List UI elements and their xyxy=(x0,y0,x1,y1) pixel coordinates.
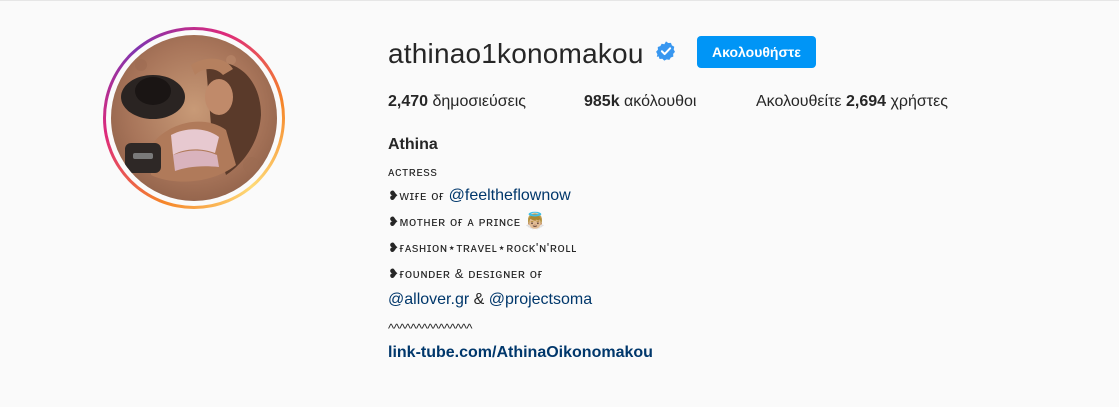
posts-count: 2,470 xyxy=(388,93,429,110)
mention-link[interactable]: @feeltheflownow xyxy=(449,187,571,204)
story-ring[interactable] xyxy=(103,27,285,209)
following-stat[interactable]: Ακολουθείτε 2,694 χρήστες xyxy=(756,91,948,113)
followers-stat[interactable]: 985k ακόλουθοι xyxy=(584,91,696,113)
bio-line-wife: ❥ᴡɪғᴇ ᴏғ @feeltheflownow xyxy=(388,185,571,207)
bio-line-actress: ᴀᴄᴛʀᴇss xyxy=(388,164,438,179)
followers-count: 985k xyxy=(584,93,620,110)
bio-line-mother: ❥ᴍᴏᴛʜᴇʀ ᴏғ ᴀ ᴘʀɪɴᴄᴇ 👼🏼 xyxy=(388,211,545,233)
following-count: 2,694 xyxy=(845,93,887,110)
mention-link-projectsoma[interactable]: @projectsoma xyxy=(489,291,592,308)
bio-line-decoration: ^^^^^^^^^^^^^^^ xyxy=(388,321,473,336)
profile-username: athinao1konomakou xyxy=(388,38,644,69)
bio-line-founder: ❥ғᴏᴜɴᴅᴇʀ & ᴅᴇsɪɢɴᴇʀ ᴏғ xyxy=(388,266,543,281)
verified-badge-icon xyxy=(656,41,675,61)
following-suffix: χρήστες xyxy=(890,93,948,110)
posts-label: δημοσιεύσεις xyxy=(432,93,527,110)
bio-line-fashion: ❥ғᴀsʜɪᴏɴ⋆ᴛʀᴀᴠᴇʟ⋆ʀᴏᴄᴋ'ɴ'ʀᴏʟʟ xyxy=(388,240,578,255)
bio-separator: & xyxy=(469,291,489,308)
website-link[interactable]: link-tube.com/AthinaOikonomakou xyxy=(388,342,653,364)
top-divider xyxy=(0,0,1119,1)
bio-line-brands: @allover.gr & @projectsoma xyxy=(388,289,592,311)
profile-full-name: Athina xyxy=(388,136,438,153)
following-prefix: Ακολουθείτε xyxy=(756,93,842,110)
followers-label: ακόλουθοι xyxy=(624,93,697,110)
bio-text: ❥ᴡɪғᴇ ᴏғ xyxy=(388,188,449,203)
follow-button[interactable]: Ακολουθήστε xyxy=(697,36,816,68)
posts-stat[interactable]: 2,470 δημοσιεύσεις xyxy=(388,91,526,113)
angel-emoji-icon: 👼🏼 xyxy=(524,213,545,230)
avatar-photo-image xyxy=(111,35,277,201)
mention-link-allover[interactable]: @allover.gr xyxy=(388,291,469,308)
bio-text: ❥ᴍᴏᴛʜᴇʀ ᴏғ ᴀ ᴘʀɪɴᴄᴇ xyxy=(388,214,525,229)
avatar[interactable] xyxy=(111,35,277,201)
